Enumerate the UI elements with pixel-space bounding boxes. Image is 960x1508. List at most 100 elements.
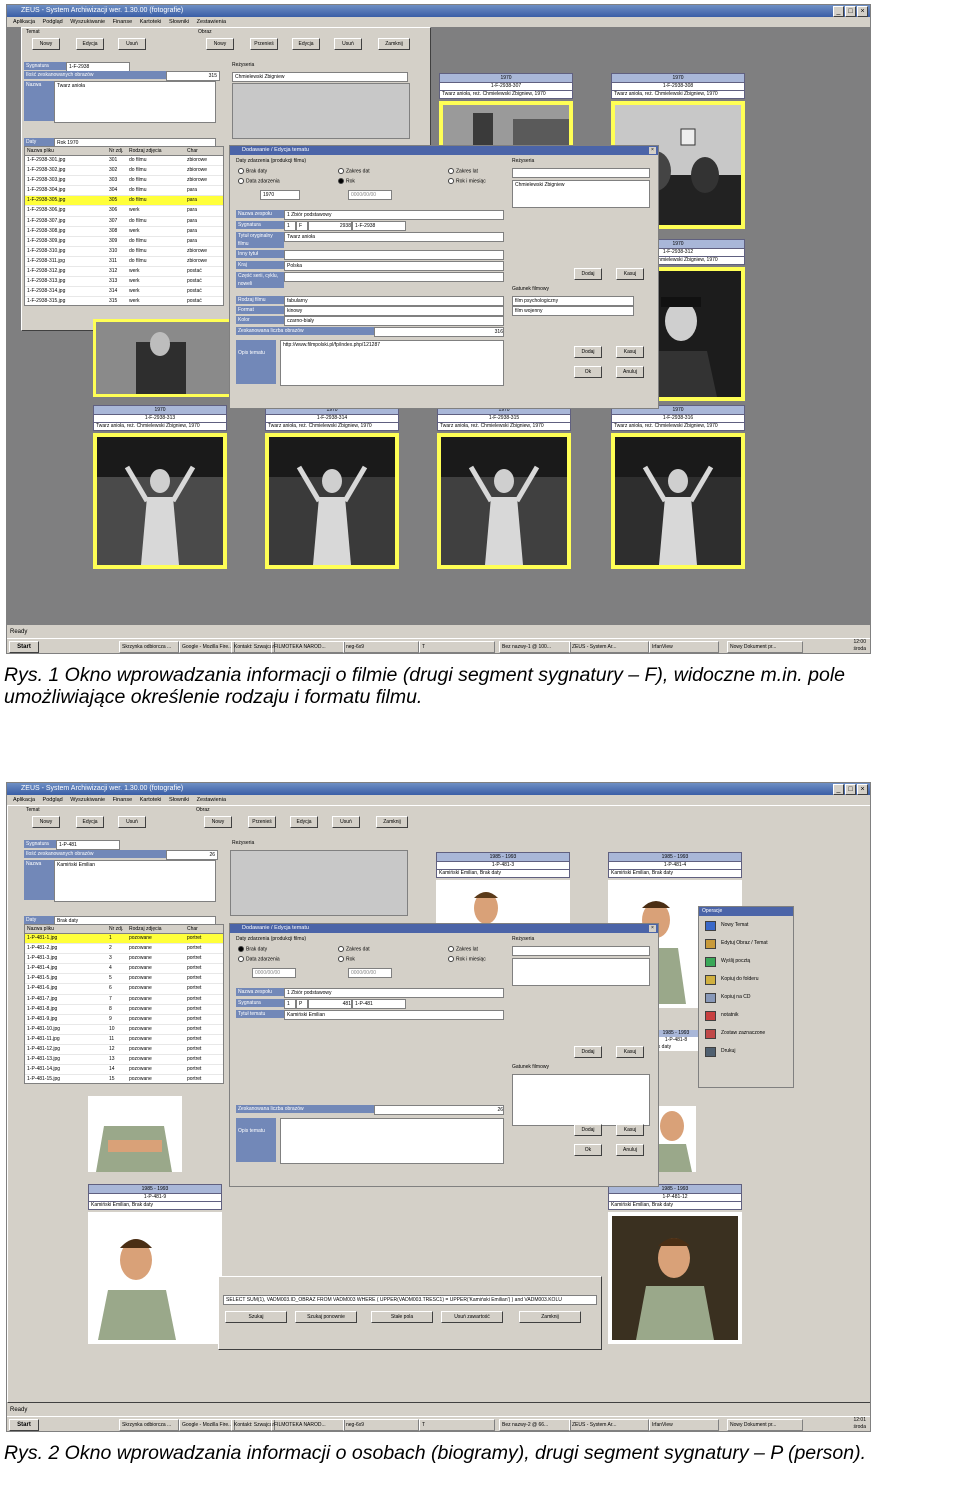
table-row[interactable]: 1-F-2938-304.jpg 304 do filmu para: [25, 186, 223, 197]
taskbar-button[interactable]: ZEUS - System Ar...: [569, 641, 649, 653]
menu-podglad[interactable]: Podgląd: [43, 797, 63, 803]
gatunek-add-button[interactable]: Dodaj: [574, 346, 602, 358]
col-rodzaj[interactable]: Rodzaj zdjęcia: [129, 925, 187, 933]
radio-rok-miesiac[interactable]: Rok i miesiąc: [448, 956, 486, 963]
taskbar-button[interactable]: Google - Mozilla Fire...: [179, 1419, 235, 1431]
menu-kartoteki[interactable]: Kartoteki: [140, 19, 162, 25]
format-select[interactable]: kinowy: [284, 306, 504, 316]
menu-slowniki[interactable]: Słowniki: [169, 19, 189, 25]
gatunek-delete-button[interactable]: Kasuj: [616, 346, 644, 358]
cancel-button[interactable]: Anuluj: [616, 1144, 644, 1156]
table-row[interactable]: 1-F-2938-303.jpg 303 do filmu zbiorowe: [25, 176, 223, 187]
table-row[interactable]: 1-P-481-14.jpg 14 pozowane portret: [25, 1065, 223, 1076]
table-row[interactable]: 1-F-2938-308.jpg 308 werk para: [25, 227, 223, 237]
taskbar-button[interactable]: neg-6x9: [343, 641, 419, 653]
start-button[interactable]: Start: [9, 1419, 39, 1431]
menu-aplikacja[interactable]: Aplikacja: [13, 19, 35, 25]
taskbar-button[interactable]: T: [419, 1419, 495, 1431]
menu-slowniki[interactable]: Słowniki: [169, 797, 189, 803]
taskbar-button[interactable]: T: [419, 641, 495, 653]
rezyseria-delete-button[interactable]: Kasuj: [616, 268, 644, 280]
gatunek-list[interactable]: [512, 1074, 650, 1126]
table-row[interactable]: 1-P-481-9.jpg 9 pozowane portret: [25, 1015, 223, 1025]
table-row[interactable]: 1-F-2938-311.jpg 311 do filmu zbiorowe: [25, 257, 223, 268]
inny-tytul-input[interactable]: [284, 250, 504, 260]
radio-rok[interactable]: Rok: [338, 956, 355, 963]
photo-card[interactable]: 1985 - 1993 1-P-481-12 Kamiński Emilian,…: [608, 1184, 742, 1344]
table-row[interactable]: 1-F-2938-301.jpg 301 do filmu zbiorowe: [25, 156, 223, 167]
taskbar-button[interactable]: Kontakt: Szwajcarsk...: [231, 1419, 275, 1431]
table-row[interactable]: 1-P-481-6.jpg 6 pozowane portret: [25, 984, 223, 995]
taskbar-button[interactable]: Google - Mozilla Fire...: [179, 641, 235, 653]
taskbar-button[interactable]: Bez nazwy-1 @ 100...: [499, 641, 571, 653]
kraj-select[interactable]: Polska: [284, 261, 504, 271]
sygnatura-part-1[interactable]: 1: [284, 221, 296, 231]
zespol-select[interactable]: 1 Zbiór podstawowy: [284, 210, 504, 220]
opis-input[interactable]: [280, 1118, 504, 1164]
close-icon[interactable]: ×: [649, 925, 656, 932]
minimize-icon[interactable]: _: [833, 784, 844, 795]
col-nr-zdj[interactable]: Nr zdj.: [109, 925, 129, 933]
obraz-new-button[interactable]: Nowy: [204, 816, 232, 828]
temat-edit-button[interactable]: Edycja: [76, 38, 104, 50]
czesc-serii-input[interactable]: [284, 272, 504, 282]
sygnatura-part-2[interactable]: F: [296, 221, 308, 231]
table-row[interactable]: 1-F-2938-315.jpg 315 werk postać: [25, 297, 223, 305]
search-action-button[interactable]: Stałe pola: [371, 1311, 433, 1323]
sygnatura-part-3[interactable]: 481: [308, 999, 352, 1009]
date-to-input[interactable]: 0000/00/00: [348, 968, 392, 978]
col-char[interactable]: Char: [187, 147, 215, 155]
temat-new-button[interactable]: Nowy: [32, 38, 60, 50]
date-from-input[interactable]: 0000/00/00: [252, 968, 296, 978]
obraz-close-button[interactable]: Zamknij: [376, 816, 408, 828]
menu-kartoteki[interactable]: Kartoteki: [140, 797, 162, 803]
menu-finanse[interactable]: Finanse: [113, 19, 133, 25]
radio-zakres-dat[interactable]: Zakres dat: [338, 946, 370, 953]
ok-button[interactable]: Ok: [574, 1144, 602, 1156]
taskbar-button[interactable]: Skrzynka odbiorcza ...: [119, 1419, 179, 1431]
search-action-button[interactable]: Usuń zawartość: [441, 1311, 503, 1323]
temat-new-button[interactable]: Nowy: [32, 816, 60, 828]
gatunek-select-2[interactable]: film wojenny: [512, 306, 634, 316]
taskbar-button[interactable]: ZEUS - System Ar...: [569, 1419, 649, 1431]
radio-zakres-dat[interactable]: Zakres dat: [338, 168, 370, 175]
menu-aplikacja[interactable]: Aplikacja: [13, 797, 35, 803]
table-row[interactable]: 1-P-481-15.jpg 15 pozowane portret: [25, 1075, 223, 1083]
gatunek-delete-button[interactable]: Kasuj: [616, 1124, 644, 1136]
col-char[interactable]: Char: [187, 925, 215, 933]
close-icon[interactable]: ×: [857, 784, 868, 795]
photo-card[interactable]: 1970 1-F-2938-314 Twarz anioła, reż. Chmie…: [265, 405, 399, 569]
obraz-move-button[interactable]: Przenieś: [248, 816, 276, 828]
menu-wyszukiwanie[interactable]: Wyszukiwanie: [70, 19, 105, 25]
table-row[interactable]: 1-P-481-5.jpg 5 pozowane portret: [25, 974, 223, 985]
table-row[interactable]: 1-P-481-13.jpg 13 pozowane portret: [25, 1055, 223, 1066]
opis-input[interactable]: http://www.filmpolski.pl/fp/index.php/12…: [280, 340, 504, 386]
obraz-move-button[interactable]: Przenieś: [250, 38, 278, 50]
radio-zakres-lat[interactable]: Zakres lat: [448, 946, 478, 953]
operation-item[interactable]: Zostaw zaznaczone: [699, 1024, 793, 1042]
taskbar-button[interactable]: Nowy Dokument pr...: [727, 1419, 803, 1431]
zespol-select[interactable]: 1 Zbiór podstawowy: [284, 988, 504, 998]
tytul-input[interactable]: Kamiński Emilian: [284, 1010, 504, 1020]
rezyseria-list[interactable]: [512, 958, 650, 986]
obraz-delete-button[interactable]: Usuń: [332, 816, 360, 828]
taskbar-button[interactable]: IrfanView: [649, 1419, 719, 1431]
obraz-edit-button[interactable]: Edycja: [290, 816, 318, 828]
col-nr-zdj[interactable]: Nr zdj.: [109, 147, 129, 155]
maximize-icon[interactable]: □: [845, 784, 856, 795]
rezyseria-input[interactable]: [512, 946, 650, 956]
taskbar-button[interactable]: FILMOTEKA NAROD...: [271, 1419, 345, 1431]
operation-item[interactable]: Kopiuj do folderu: [699, 970, 793, 988]
search-action-button[interactable]: Zamknij: [519, 1311, 581, 1323]
rodzaj-select[interactable]: fabularny: [284, 296, 504, 306]
photo-card[interactable]: 1970 1-F-2938-315 Twarz anioła, reż. Chmie…: [437, 405, 571, 569]
obraz-delete-button[interactable]: Usuń: [334, 38, 362, 50]
sygnatura-part-2[interactable]: P: [296, 999, 308, 1009]
taskbar-button[interactable]: Kontakt: Szwajcarsk...: [231, 641, 275, 653]
table-row[interactable]: 1-F-2938-312.jpg 312 werk postać: [25, 267, 223, 278]
table-row[interactable]: 1-P-481-11.jpg 11 pozowane portret: [25, 1035, 223, 1046]
table-row[interactable]: 1-P-481-3.jpg 3 pozowane portret: [25, 954, 223, 965]
year-from-input[interactable]: 1970: [260, 190, 300, 200]
menu-zestawienia[interactable]: Zestawienia: [197, 19, 226, 25]
table-row[interactable]: 1-F-2938-310.jpg 310 do filmu zbiorowe: [25, 247, 223, 257]
